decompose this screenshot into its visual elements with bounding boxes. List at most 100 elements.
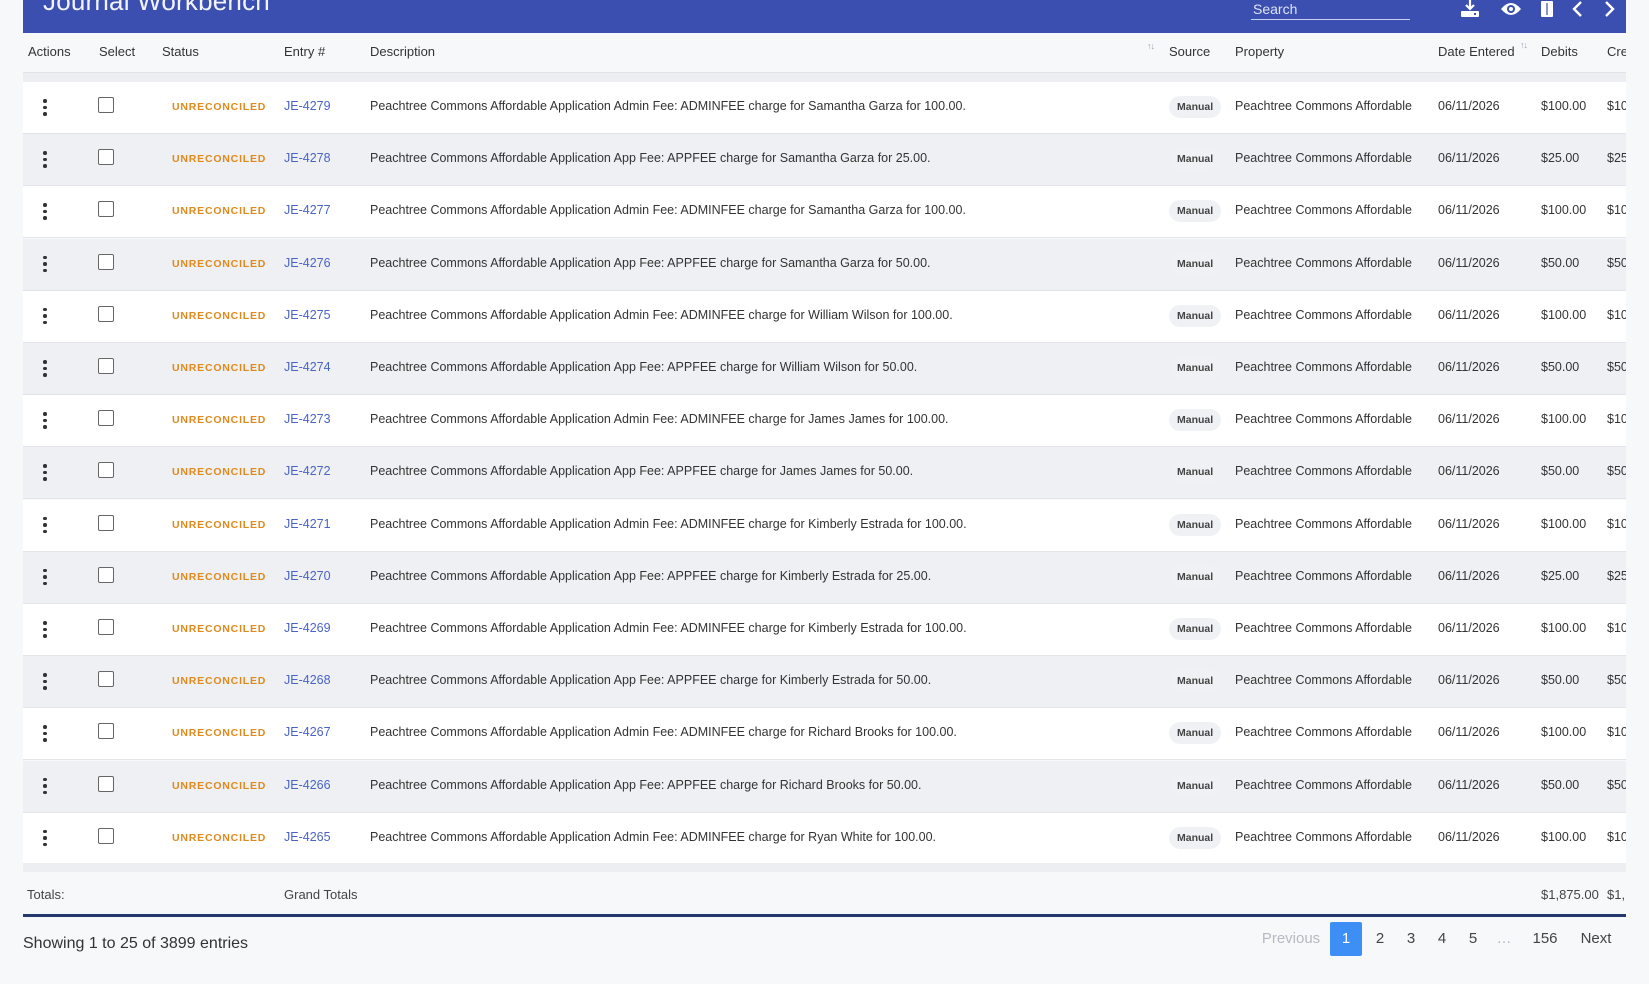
entry-link[interactable]: JE-4269: [284, 621, 331, 635]
row-actions-menu-icon[interactable]: [43, 307, 47, 326]
col-credits[interactable]: Cre: [1607, 44, 1626, 59]
row-select-checkbox[interactable]: [98, 410, 114, 427]
chevron-right-icon[interactable]: [1604, 0, 1616, 18]
row-date-entered: 06/11/2026: [1438, 203, 1500, 218]
entry-link[interactable]: JE-4272: [284, 464, 331, 478]
table-spacer: [23, 73, 1626, 82]
row-actions-menu-icon[interactable]: [43, 568, 47, 587]
row-actions-menu-icon[interactable]: [43, 360, 47, 378]
row-select-checkbox[interactable]: [98, 514, 114, 531]
row-select-checkbox[interactable]: [98, 462, 114, 479]
row-credit: $50: [1607, 673, 1626, 688]
col-entry[interactable]: Entry #: [284, 44, 325, 59]
pagination-next[interactable]: Next: [1578, 922, 1614, 956]
row-property: Peachtree Commons Affordable: [1235, 412, 1412, 427]
row-select-checkbox[interactable]: [98, 566, 114, 583]
row-property: Peachtree Commons Affordable: [1235, 725, 1412, 740]
columns-icon[interactable]: [1541, 0, 1553, 18]
source-badge: Manual: [1169, 96, 1222, 118]
row-credit: $10: [1607, 412, 1626, 427]
chevron-left-icon[interactable]: [1571, 0, 1583, 18]
eye-icon[interactable]: [1500, 0, 1522, 18]
entry-link[interactable]: JE-4268: [284, 673, 331, 687]
row-actions-menu-icon[interactable]: [43, 203, 47, 221]
entry-link[interactable]: JE-4267: [284, 725, 331, 739]
col-date-entered[interactable]: Date Entered: [1438, 44, 1515, 59]
row-actions-menu-icon[interactable]: [43, 412, 47, 430]
pagination-page[interactable]: 3: [1400, 922, 1422, 956]
row-select-checkbox[interactable]: [98, 149, 114, 166]
pagination-page[interactable]: 1: [1330, 922, 1362, 956]
sort-icon[interactable]: ↑↓: [1520, 40, 1528, 50]
row-debit: $50.00: [1541, 464, 1580, 479]
row-credit: $10: [1607, 725, 1626, 740]
totals-debits: $1,875.00: [1541, 887, 1599, 902]
row-actions-menu-icon[interactable]: [43, 151, 47, 169]
row-actions-menu-icon[interactable]: [43, 255, 47, 274]
row-actions-menu-icon[interactable]: [43, 464, 47, 482]
table-row: UNRECONCILED JE-4269 Peachtree Commons Aff…: [23, 604, 1626, 656]
pagination-page[interactable]: 5: [1462, 922, 1484, 956]
entry-link[interactable]: JE-4278: [284, 151, 331, 165]
row-select-checkbox[interactable]: [98, 827, 114, 844]
col-debits[interactable]: Debits: [1541, 44, 1578, 59]
col-property[interactable]: Property: [1235, 44, 1284, 59]
entry-link[interactable]: JE-4270: [284, 569, 331, 583]
entry-link[interactable]: JE-4274: [284, 360, 331, 374]
row-date-entered: 06/11/2026: [1438, 99, 1500, 113]
row-select-checkbox[interactable]: [98, 253, 114, 270]
row-description: Peachtree Commons Affordable Application…: [370, 255, 931, 270]
table-row: UNRECONCILED JE-4278 Peachtree Commons Aff…: [23, 134, 1626, 187]
row-debit: $100.00: [1541, 203, 1587, 218]
entry-link[interactable]: JE-4276: [284, 256, 331, 270]
entry-link[interactable]: JE-4273: [284, 412, 331, 426]
table-header: Actions Select Status Entry # Descriptio…: [23, 33, 1626, 73]
row-select-checkbox[interactable]: [98, 775, 114, 792]
row-select-checkbox[interactable]: [98, 723, 114, 740]
status-badge: UNRECONCILED: [172, 518, 267, 531]
row-property: Peachtree Commons Affordable: [1235, 99, 1412, 113]
pagination-previous[interactable]: Previous: [1260, 922, 1322, 956]
col-select: Select: [99, 44, 136, 59]
row-select-checkbox[interactable]: [98, 305, 114, 322]
row-credit: $25: [1607, 568, 1626, 583]
row-description: Peachtree Commons Affordable Application…: [370, 568, 932, 583]
row-actions-menu-icon[interactable]: [43, 99, 47, 117]
entry-link[interactable]: JE-4271: [284, 517, 331, 531]
row-actions-menu-icon[interactable]: [43, 829, 47, 848]
entry-link[interactable]: JE-4279: [284, 99, 331, 113]
row-select-checkbox[interactable]: [98, 97, 114, 113]
row-select-checkbox[interactable]: [98, 671, 114, 688]
row-debit: $50.00: [1541, 255, 1580, 270]
row-actions-menu-icon[interactable]: [43, 516, 47, 535]
row-select-checkbox[interactable]: [98, 358, 114, 374]
col-status[interactable]: Status: [162, 44, 199, 59]
col-description[interactable]: Description: [370, 44, 435, 59]
row-date-entered: 06/11/2026: [1438, 307, 1500, 322]
sort-icon[interactable]: ↑↓: [1147, 41, 1155, 51]
row-select-checkbox[interactable]: [98, 619, 114, 635]
entry-link[interactable]: JE-4265: [284, 830, 331, 844]
row-actions-menu-icon[interactable]: [43, 725, 47, 743]
row-date-entered: 06/11/2026: [1438, 151, 1500, 166]
table-row: UNRECONCILED JE-4266 Peachtree Commons Aff…: [23, 760, 1626, 813]
entry-link[interactable]: JE-4277: [284, 203, 331, 217]
row-date-entered: 06/11/2026: [1438, 516, 1500, 531]
source-badge: Manual: [1169, 200, 1222, 223]
row-actions-menu-icon[interactable]: [43, 673, 47, 691]
row-credit: $10: [1607, 99, 1626, 113]
pagination-page[interactable]: 4: [1431, 922, 1453, 956]
download-icon[interactable]: [1460, 0, 1480, 18]
col-source[interactable]: Source: [1169, 44, 1210, 59]
row-actions-menu-icon[interactable]: [43, 621, 47, 639]
source-badge: Manual: [1169, 409, 1222, 432]
row-actions-menu-icon[interactable]: [43, 777, 47, 796]
entry-link[interactable]: JE-4266: [284, 778, 331, 792]
entry-link[interactable]: JE-4275: [284, 308, 331, 322]
pagination-page[interactable]: 156: [1528, 922, 1562, 956]
row-debit: $25.00: [1541, 151, 1580, 166]
row-description: Peachtree Commons Affordable Application…: [370, 412, 949, 427]
pagination-page[interactable]: 2: [1369, 922, 1391, 956]
row-select-checkbox[interactable]: [98, 201, 114, 218]
search-input[interactable]: [1251, 0, 1410, 20]
